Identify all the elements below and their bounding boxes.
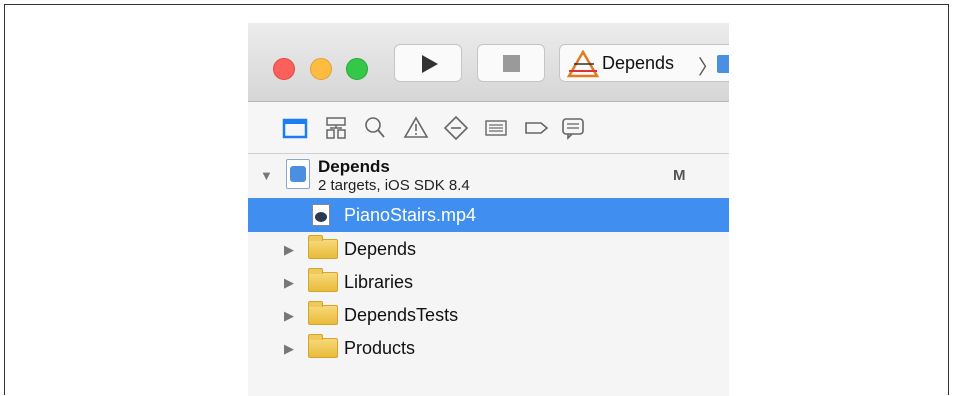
navigator-selector-bar [248, 102, 729, 154]
xcode-window: Depends 〉 ▼ Depends 2 targets, iOS SDK 8… [248, 23, 729, 396]
folder-label: Libraries [344, 272, 414, 292]
file-label: PianoStairs.mp4 [344, 205, 477, 225]
window-toolbar: Depends 〉 [248, 23, 729, 102]
folder-row-products[interactable]: ▶ Products [248, 331, 729, 365]
issue-navigator-icon[interactable] [403, 115, 429, 141]
debug-navigator-icon[interactable] [483, 115, 509, 141]
breakpoint-navigator-icon[interactable] [523, 115, 549, 141]
folder-icon [308, 235, 338, 259]
symbol-navigator-icon[interactable] [323, 115, 349, 141]
folder-row-depends[interactable]: ▶ Depends [248, 232, 729, 266]
chevron-right-icon: 〉 [698, 57, 718, 79]
project-subtitle: 2 targets, iOS SDK 8.4 [318, 177, 470, 194]
folder-row-dependstests[interactable]: ▶ DependsTests [248, 298, 729, 332]
scheme-selector[interactable]: Depends 〉 [559, 44, 729, 82]
folder-icon [308, 301, 338, 325]
stop-icon [503, 55, 520, 72]
folder-label: DependsTests [344, 305, 459, 325]
device-icon [717, 55, 729, 73]
xcode-app-icon [566, 49, 600, 78]
disclosure-collapsed-icon[interactable]: ▶ [284, 308, 294, 324]
project-row[interactable]: ▼ Depends 2 targets, iOS SDK 8.4 M [248, 154, 729, 198]
movie-file-icon [312, 204, 330, 226]
run-button[interactable] [394, 44, 462, 82]
folder-label: Products [344, 338, 416, 358]
scheme-name: Depends [602, 53, 675, 73]
disclosure-collapsed-icon[interactable]: ▶ [284, 275, 294, 291]
disclosure-collapsed-icon[interactable]: ▶ [284, 341, 294, 357]
folder-icon [308, 268, 338, 292]
folder-label: Depends [344, 239, 417, 259]
find-navigator-icon[interactable] [362, 115, 388, 141]
source-control-status-badge: M [673, 167, 686, 184]
play-icon [422, 55, 438, 73]
minimize-window-button[interactable] [310, 58, 332, 80]
zoom-window-button[interactable] [346, 58, 368, 80]
file-row-selected[interactable]: PianoStairs.mp4 [248, 198, 729, 232]
stop-button[interactable] [477, 44, 545, 82]
close-window-button[interactable] [273, 58, 295, 80]
project-navigator-tree: ▼ Depends 2 targets, iOS SDK 8.4 M Piano… [248, 154, 729, 396]
test-navigator-icon[interactable] [443, 115, 469, 141]
disclosure-expanded-icon[interactable]: ▼ [260, 168, 273, 183]
folder-row-libraries[interactable]: ▶ Libraries [248, 265, 729, 299]
project-navigator-icon[interactable] [282, 115, 308, 141]
project-name: Depends [318, 157, 390, 176]
project-file-icon [286, 159, 310, 189]
report-navigator-icon[interactable] [560, 115, 586, 141]
folder-icon [308, 334, 338, 358]
disclosure-collapsed-icon[interactable]: ▶ [284, 242, 294, 258]
figure-frame: Depends 〉 ▼ Depends 2 targets, iOS SDK 8… [4, 4, 949, 396]
